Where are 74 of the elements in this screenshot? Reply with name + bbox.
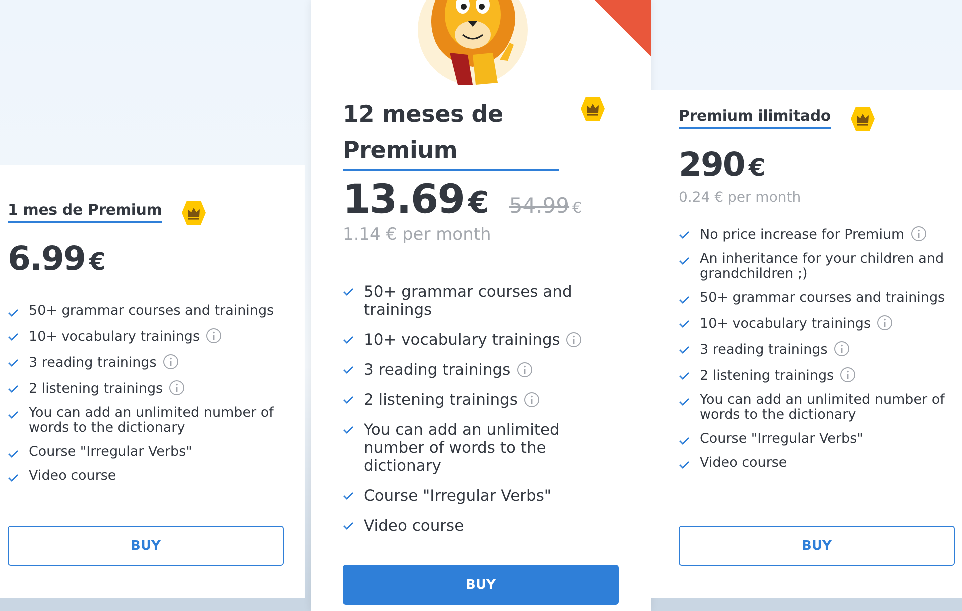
- feature-text: 3 reading trainings: [700, 341, 850, 358]
- feature-text: An inheritance for your children and grandchildren ;): [700, 252, 946, 282]
- feature-text: Video course: [29, 469, 116, 484]
- check-icon: [8, 308, 19, 318]
- info-icon: [524, 392, 540, 408]
- plan-title: 12 meses de Premium: [343, 97, 559, 171]
- info-icon: [516, 362, 533, 378]
- info-icon: [162, 354, 179, 370]
- check-icon: [343, 287, 354, 297]
- price: 13.69: [343, 177, 465, 223]
- feature-text: 2 listening trainings: [29, 380, 186, 397]
- price: 290: [679, 145, 745, 184]
- feature-text: 10+ vocabulary trainings: [29, 328, 222, 345]
- feature-text: No price increase for Premium: [700, 226, 927, 243]
- feature-text: You can add an unlimited number of words to the dictionary: [29, 406, 276, 436]
- check-icon: [679, 345, 690, 355]
- check-icon: [679, 397, 690, 407]
- feature-text: 10+ vocabulary trainings: [700, 315, 894, 332]
- info-icon: [910, 226, 927, 242]
- check-icon: [679, 230, 690, 240]
- feature-text: 10+ vocabulary trainings: [364, 331, 582, 349]
- check-icon: [343, 395, 354, 405]
- check-icon: [343, 521, 354, 531]
- check-icon: [679, 319, 690, 329]
- feature-text: Video course: [700, 456, 788, 471]
- currency: €: [572, 199, 582, 217]
- info-icon: [566, 332, 582, 348]
- feature-text: 3 reading trainings: [364, 361, 533, 379]
- buy-button[interactable]: BUY: [679, 526, 955, 566]
- check-icon: [679, 460, 690, 470]
- feature-text: 2 listening trainings: [700, 367, 856, 384]
- check-icon: [679, 256, 690, 266]
- check-icon: [8, 332, 19, 342]
- per-month-price: 0.24 € per month: [679, 190, 802, 206]
- info-icon: [206, 328, 222, 344]
- info-icon: [834, 341, 850, 357]
- currency: €: [468, 186, 490, 221]
- check-icon: [8, 410, 19, 420]
- per-month-price: 1.14 € per month: [343, 225, 492, 245]
- price: 6.99: [8, 239, 86, 278]
- check-icon: [343, 335, 354, 345]
- feature-text: 3 reading trainings: [29, 354, 179, 371]
- old-price: 54.99: [509, 194, 570, 218]
- check-icon: [8, 473, 19, 483]
- crown-badge-icon: [182, 201, 206, 225]
- check-icon: [8, 384, 19, 394]
- feature-text: You can add an unlimited number of words to the dictionary: [364, 421, 561, 475]
- check-icon: [8, 358, 19, 368]
- check-icon: [343, 365, 354, 375]
- buy-button[interactable]: BUY: [8, 526, 284, 566]
- feature-text: 50+ grammar courses and trainings: [700, 291, 946, 306]
- feature-text: You can add an unlimited number of words to the dictionary: [700, 393, 946, 423]
- info-icon: [877, 315, 894, 331]
- feature-text: Course "Irregular Verbs": [29, 445, 192, 460]
- check-icon: [679, 436, 690, 446]
- info-icon: [169, 380, 186, 396]
- plan-title: Premium ilimitado: [679, 107, 831, 129]
- feature-text: 2 listening trainings: [364, 391, 540, 409]
- plan-title: 1 mes de Premium: [8, 201, 162, 223]
- buy-button[interactable]: BUY: [343, 565, 619, 605]
- feature-text: Video course: [364, 517, 464, 535]
- feature-text: 50+ grammar courses and trainings: [364, 283, 574, 319]
- crown-badge-icon: [851, 107, 875, 131]
- feature-text: Course "Irregular Verbs": [700, 432, 864, 447]
- currency: €: [748, 154, 766, 182]
- feature-text: Course "Irregular Verbs": [364, 487, 552, 505]
- check-icon: [8, 449, 19, 459]
- check-icon: [679, 371, 690, 381]
- check-icon: [343, 425, 354, 435]
- check-icon: [679, 295, 690, 305]
- info-icon: [840, 367, 856, 383]
- feature-text: 50+ grammar courses and trainings: [29, 304, 274, 319]
- check-icon: [343, 491, 354, 501]
- currency: €: [89, 248, 106, 276]
